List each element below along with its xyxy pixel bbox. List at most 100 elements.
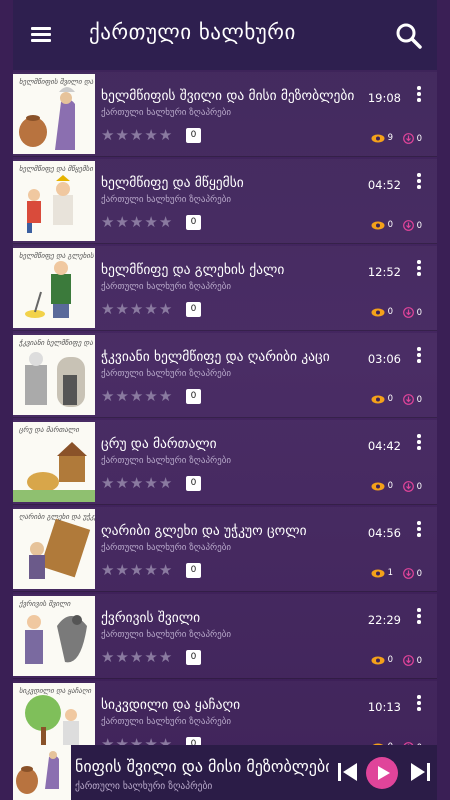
more-vertical-icon[interactable] [415, 608, 423, 626]
list-item[interactable]: ხელმწიფე და გლეხის ქალი ხელმწიფე და გლეხ… [13, 246, 437, 331]
menu-icon[interactable] [31, 24, 53, 44]
star-icon[interactable]: ★ [130, 563, 143, 578]
rating-stars[interactable]: ★ ★ ★ ★ ★ [101, 389, 172, 404]
more-vertical-icon[interactable] [415, 260, 423, 278]
skip-previous-icon[interactable] [337, 762, 359, 782]
star-icon[interactable]: ★ [101, 389, 114, 404]
star-icon[interactable]: ★ [144, 476, 157, 491]
star-icon[interactable]: ★ [144, 215, 157, 230]
rating-count: 0 [186, 389, 201, 404]
star-icon[interactable]: ★ [101, 215, 114, 230]
list-item[interactable]: ქვრივის შვილი ქვრივის შვილი ქართული ხალხ… [13, 594, 437, 679]
story-duration: 19:08 [367, 91, 401, 105]
thumbnail-caption: სიკვდილი და ყაჩაღი [19, 687, 92, 695]
views-counter: 0 [371, 220, 393, 230]
star-icon[interactable]: ★ [159, 215, 172, 230]
views-count: 0 [387, 655, 393, 665]
search-icon[interactable] [395, 22, 423, 50]
star-icon[interactable]: ★ [101, 128, 114, 143]
rating-stars[interactable]: ★ ★ ★ ★ ★ [101, 302, 172, 317]
star-icon[interactable]: ★ [144, 128, 157, 143]
more-vertical-icon[interactable] [415, 434, 423, 452]
star-icon[interactable]: ★ [115, 650, 128, 665]
eye-icon [371, 221, 385, 229]
star-icon[interactable]: ★ [159, 650, 172, 665]
downloads-count: 0 [416, 568, 422, 579]
more-vertical-icon[interactable] [415, 695, 423, 713]
story-title: სიკვდილი და ყაჩაღი [101, 697, 241, 713]
story-duration: 12:52 [367, 265, 401, 279]
list-item[interactable]: ღარიბი გლეხი და უჭკუო ცოლი ღარიბი გლეხი … [13, 507, 437, 592]
star-icon[interactable]: ★ [115, 563, 128, 578]
more-vertical-icon[interactable] [415, 347, 423, 365]
star-icon[interactable]: ★ [115, 215, 128, 230]
star-icon[interactable]: ★ [159, 563, 172, 578]
more-vertical-icon[interactable] [415, 86, 423, 104]
skip-next-icon[interactable] [409, 762, 431, 782]
star-icon[interactable]: ★ [115, 302, 128, 317]
story-subtitle: ქართული ხალხური ზღაპრები [101, 282, 232, 292]
downloads-count: 0 [416, 220, 422, 231]
story-title: ცრუ და მართალი [101, 436, 217, 452]
star-icon[interactable]: ★ [130, 476, 143, 491]
views-counter: 0 [371, 307, 393, 317]
star-icon[interactable]: ★ [159, 476, 172, 491]
rating-stars[interactable]: ★ ★ ★ ★ ★ [101, 215, 172, 230]
story-subtitle: ქართული ხალხური ზღაპრები [101, 717, 232, 727]
eye-icon [371, 482, 385, 490]
more-vertical-icon[interactable] [415, 173, 423, 191]
story-title: ჭკვიანი ხელმწიფე და ღარიბი კაცი [101, 349, 330, 365]
eye-icon [371, 395, 385, 403]
rating-stars[interactable]: ★ ★ ★ ★ ★ [101, 563, 172, 578]
eye-icon [371, 569, 385, 577]
star-icon[interactable]: ★ [130, 302, 143, 317]
views-count: 0 [387, 481, 393, 491]
views-counter: 9 [371, 133, 393, 143]
views-count: 0 [387, 220, 393, 230]
downloads-counter: 0 [402, 481, 422, 492]
rating-count: 0 [186, 650, 201, 665]
story-thumbnail: ცრუ და მართალი [13, 422, 95, 502]
star-icon[interactable]: ★ [130, 215, 143, 230]
story-thumbnail: ღარიბი გლეხი და უჭკუო ცოლი [13, 509, 95, 589]
star-icon[interactable]: ★ [115, 389, 128, 404]
downloads-count: 0 [416, 133, 422, 144]
star-icon[interactable]: ★ [101, 563, 114, 578]
rating-stars[interactable]: ★ ★ ★ ★ ★ [101, 476, 172, 491]
star-icon[interactable]: ★ [144, 302, 157, 317]
star-icon[interactable]: ★ [130, 389, 143, 404]
downloads-count: 0 [416, 307, 422, 318]
star-icon[interactable]: ★ [101, 302, 114, 317]
star-icon[interactable]: ★ [144, 389, 157, 404]
star-icon[interactable]: ★ [115, 476, 128, 491]
star-icon[interactable]: ★ [101, 650, 114, 665]
views-counter: 0 [371, 394, 393, 404]
list-item[interactable]: ხელმწიფე და მწყემსი ხელმწიფე და მწყემსი … [13, 159, 437, 244]
list-item[interactable]: ხელმწიფის შვილი და მისი მეზობლები ხელმწი… [13, 72, 437, 157]
play-icon[interactable] [366, 757, 398, 789]
eye-icon [371, 656, 385, 664]
downloads-count: 0 [416, 655, 422, 666]
rating-stars[interactable]: ★ ★ ★ ★ ★ [101, 128, 172, 143]
star-icon[interactable]: ★ [159, 389, 172, 404]
mini-player[interactable]: ნიფის შვილი და მისი მეზობლები ქართული ხა… [13, 745, 437, 800]
story-subtitle: ქართული ხალხური ზღაპრები [101, 630, 232, 640]
star-icon[interactable]: ★ [144, 650, 157, 665]
more-vertical-icon[interactable] [415, 521, 423, 539]
star-icon[interactable]: ★ [130, 128, 143, 143]
star-icon[interactable]: ★ [144, 563, 157, 578]
story-title: ქვრივის შვილი [101, 610, 201, 626]
star-icon[interactable]: ★ [159, 128, 172, 143]
downloads-counter: 0 [402, 394, 422, 405]
star-icon[interactable]: ★ [159, 302, 172, 317]
rating-stars[interactable]: ★ ★ ★ ★ ★ [101, 650, 172, 665]
story-subtitle: ქართული ხალხური ზღაპრები [101, 543, 232, 553]
views-count: 1 [387, 568, 393, 578]
star-icon[interactable]: ★ [115, 128, 128, 143]
story-subtitle: ქართული ხალხური ზღაპრები [101, 195, 232, 205]
star-icon[interactable]: ★ [101, 476, 114, 491]
stories-list: ხელმწიფის შვილი და მისი მეზობლები ხელმწი… [13, 72, 437, 768]
star-icon[interactable]: ★ [130, 650, 143, 665]
list-item[interactable]: ცრუ და მართალი ცრუ და მართალი ქართული ხა… [13, 420, 437, 505]
list-item[interactable]: ჭკვიანი ხელმწიფე და ღარიბი კაცი ჭკვიანი … [13, 333, 437, 418]
